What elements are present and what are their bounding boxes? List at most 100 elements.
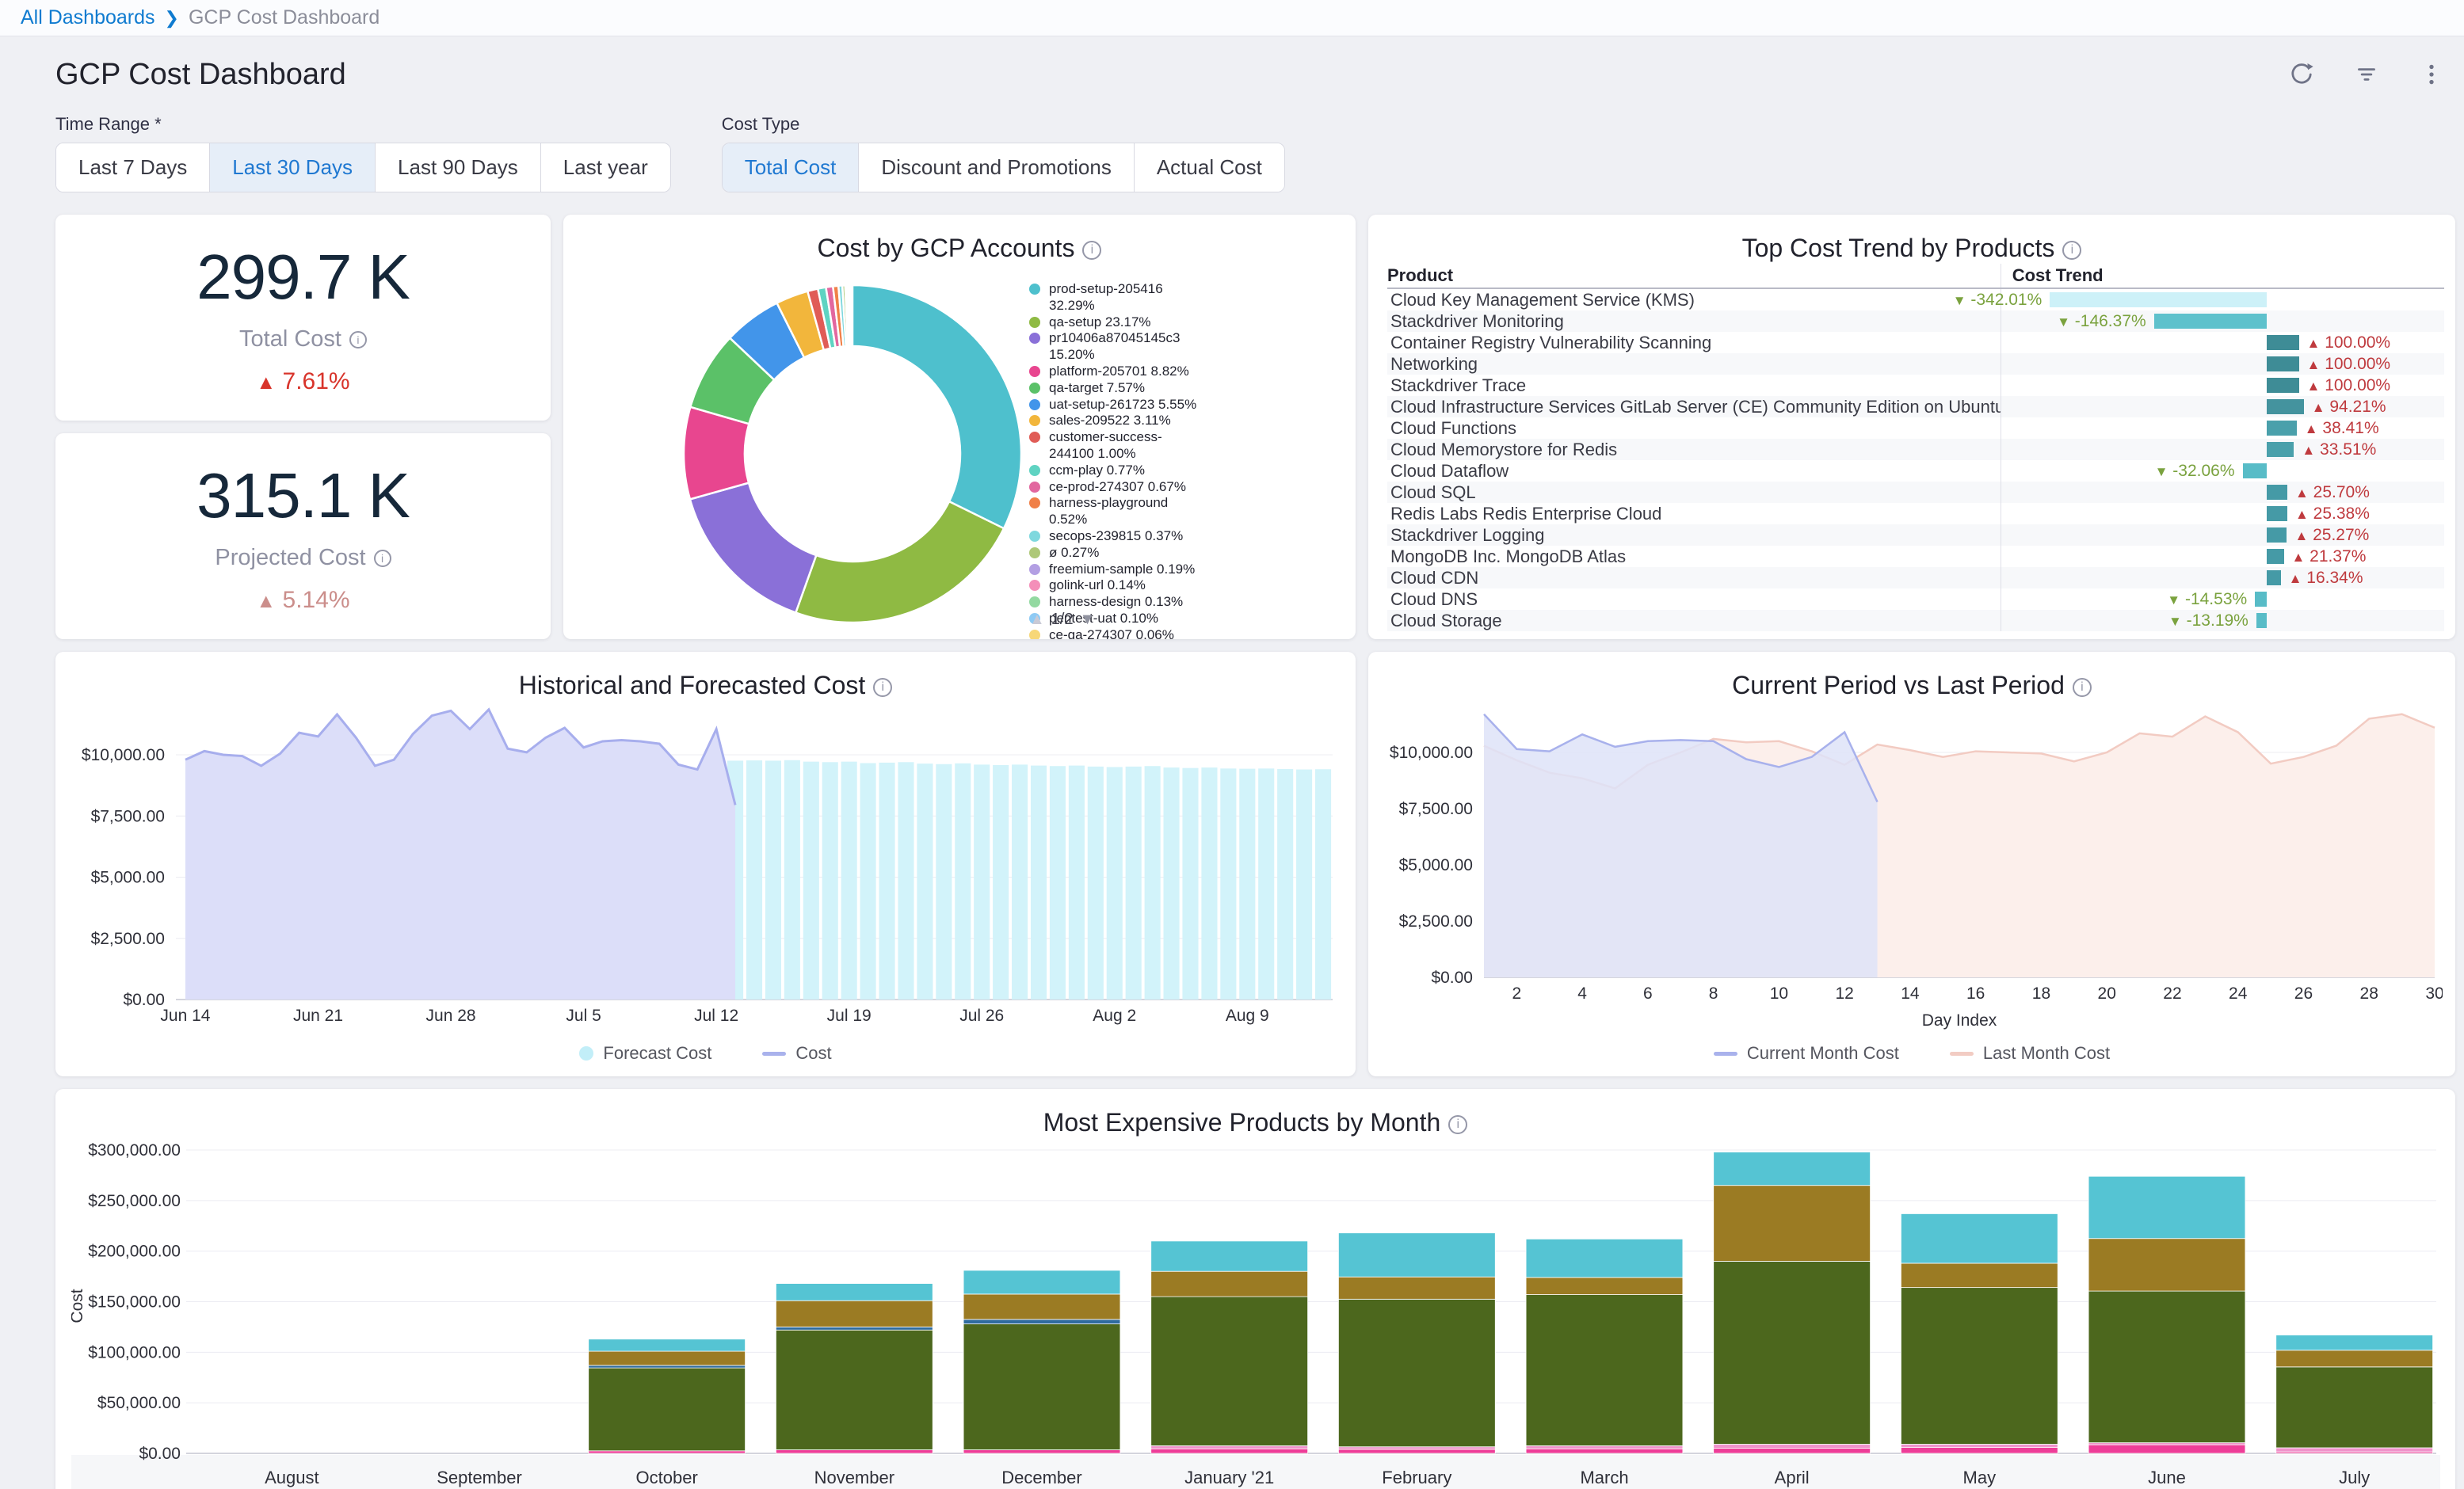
legend-item-[interactable]: ø 0.27%: [1029, 545, 1205, 562]
historical-forecast-chart[interactable]: $0.00$2,500.00$5,000.00$7,500.00$10,000.…: [71, 703, 1339, 1027]
legend-label: harness-design 0.13%: [1049, 594, 1183, 611]
cost-trend-cell: ▲ 25.38%: [2001, 503, 2444, 524]
table-row-cloud-dns[interactable]: Cloud DNS▼ -14.53%: [1387, 588, 2444, 610]
gcp-accounts-donut-chart[interactable]: [670, 272, 1035, 636]
time-range-last-30-days[interactable]: Last 30 Days: [209, 143, 375, 192]
time-range-last-90-days[interactable]: Last 90 Days: [375, 143, 540, 192]
info-icon[interactable]: i: [1448, 1115, 1467, 1134]
more-options-button[interactable]: [2413, 56, 2450, 93]
cost-type-discount-and-promotions[interactable]: Discount and Promotions: [858, 143, 1133, 192]
svg-text:18: 18: [2032, 984, 2050, 1003]
info-icon[interactable]: i: [349, 331, 367, 348]
cost-trend-cell: ▼ -342.01%: [2001, 289, 2444, 310]
legend-item-pr10406a87045145c3[interactable]: pr10406a87045145c3 15.20%: [1029, 330, 1205, 364]
total-cost-delta: ▲ 7.61%: [256, 368, 349, 395]
donut-slice-qa-setup[interactable]: [795, 501, 1004, 623]
cost-type-filter: Cost Type Total CostDiscount and Promoti…: [722, 114, 1285, 192]
legend-item-qa-setup[interactable]: qa-setup 23.17%: [1029, 314, 1205, 331]
svg-text:Jul 19: Jul 19: [827, 1007, 872, 1025]
trend-bar: [2050, 292, 2267, 307]
cost-type-actual-cost[interactable]: Actual Cost: [1134, 143, 1284, 192]
column-header-cost-trend[interactable]: Cost Trend: [2001, 264, 2444, 288]
svg-text:Jun 21: Jun 21: [293, 1007, 343, 1025]
legend-item-ce-prod-274307[interactable]: ce-prod-274307 0.67%: [1029, 479, 1205, 496]
current-vs-last-chart[interactable]: $0.00$2,500.00$5,000.00$7,500.00$10,000.…: [1381, 703, 2443, 1035]
legend-dot: [1029, 564, 1040, 575]
trend-value: ▲ 16.34%: [2289, 567, 2363, 589]
donut-slice-pr10406a87045145c3[interactable]: [690, 483, 816, 613]
legend-current-month-cost[interactable]: Current Month Cost: [1714, 1043, 1899, 1064]
legend-item-customer-success-244100[interactable]: customer-success-244100 1.00%: [1029, 429, 1205, 463]
legend-item-harness-design[interactable]: harness-design 0.13%: [1029, 594, 1205, 611]
legend-page-up-icon[interactable]: ▲: [1029, 611, 1045, 629]
svg-text:4: 4: [1577, 984, 1587, 1003]
trend-bar: [2267, 506, 2287, 521]
svg-text:April: April: [1775, 1468, 1810, 1487]
time-range-last-7-days[interactable]: Last 7 Days: [56, 143, 209, 192]
legend-item-ccm-play[interactable]: ccm-play 0.77%: [1029, 463, 1205, 479]
cost-type-total-cost[interactable]: Total Cost: [723, 143, 859, 192]
legend-item-qa-target[interactable]: qa-target 7.57%: [1029, 380, 1205, 397]
table-row-cloud-key-management-service-kms[interactable]: Cloud Key Management Service (KMS)▼ -342…: [1387, 289, 2444, 310]
table-row-cloud-memorystore-for-redis[interactable]: Cloud Memorystore for Redis▲ 33.51%: [1387, 439, 2444, 460]
legend-last-month-cost[interactable]: Last Month Cost: [1950, 1043, 2110, 1064]
legend-item-prod-setup-205416[interactable]: prod-setup-205416 32.29%: [1029, 281, 1205, 314]
donut-slice-prod-setup-205416[interactable]: [852, 285, 1021, 528]
table-row-stackdriver-logging[interactable]: Stackdriver Logging▲ 25.27%: [1387, 524, 2444, 546]
legend-cost[interactable]: Cost: [762, 1043, 831, 1064]
legend-forecast-cost[interactable]: Forecast Cost: [579, 1043, 711, 1064]
time-range-last-year[interactable]: Last year: [540, 143, 670, 192]
legend-dot: [1029, 284, 1040, 295]
legend-item-sales-209522[interactable]: sales-209522 3.11%: [1029, 413, 1205, 429]
legend-item-platform-205701[interactable]: platform-205701 8.82%: [1029, 364, 1205, 380]
cost-trend-cell: ▼ -14.53%: [2001, 588, 2444, 610]
refresh-button[interactable]: [2283, 56, 2320, 93]
info-icon[interactable]: i: [1082, 241, 1101, 260]
info-icon[interactable]: i: [374, 550, 391, 567]
legend-label: ø 0.27%: [1049, 545, 1099, 562]
legend-item-uat-setup-261723[interactable]: uat-setup-261723 5.55%: [1029, 397, 1205, 413]
column-header-product[interactable]: Product: [1387, 265, 2001, 286]
kebab-menu-icon: [2418, 61, 2445, 88]
cost-trend-cell: ▼ -13.19%: [2001, 610, 2444, 631]
info-icon[interactable]: i: [873, 678, 892, 697]
legend-item-golink-url[interactable]: golink-url 0.14%: [1029, 577, 1205, 594]
table-row-cloud-infrastructure-services-gitlab-ser[interactable]: Cloud Infrastructure Services GitLab Ser…: [1387, 396, 2444, 417]
table-row-redis-labs-redis-enterprise-cloud[interactable]: Redis Labs Redis Enterprise Cloud▲ 25.38…: [1387, 503, 2444, 524]
svg-text:12: 12: [1835, 984, 1853, 1003]
table-row-networking[interactable]: Networking▲ 100.00%: [1387, 353, 2444, 375]
monthly-products-chart[interactable]: $0.00$50,000.00$100,000.00$150,000.00$20…: [71, 1140, 2440, 1489]
table-row-mongodb-inc-mongodb-atlas[interactable]: MongoDB Inc. MongoDB Atlas▲ 21.37%: [1387, 546, 2444, 567]
info-icon[interactable]: i: [2073, 678, 2092, 697]
filter-button[interactable]: [2348, 56, 2385, 93]
svg-text:October: October: [636, 1468, 698, 1487]
table-row-cloud-storage[interactable]: Cloud Storage▼ -13.19%: [1387, 610, 2444, 631]
donut-slice-ce-qa-274307[interactable]: [851, 285, 852, 346]
table-row-stackdriver-trace[interactable]: Stackdriver Trace▲ 100.00%: [1387, 375, 2444, 396]
cost-trend-cell: ▲ 25.27%: [2001, 524, 2444, 546]
svg-text:$10,000.00: $10,000.00: [1390, 744, 1473, 762]
legend-item-harness-playground[interactable]: harness-playground 0.52%: [1029, 495, 1205, 528]
projected-cost-value: 315.1 K: [196, 459, 410, 532]
legend-page-down-icon[interactable]: ▼: [1080, 611, 1096, 629]
table-row-cloud-functions[interactable]: Cloud Functions▲ 38.41%: [1387, 417, 2444, 439]
breadcrumb-current: GCP Cost Dashboard: [189, 6, 380, 29]
time-range-label: Time Range *: [55, 114, 671, 135]
legend-item-secops-239815[interactable]: secops-239815 0.37%: [1029, 528, 1205, 545]
table-row-container-registry-vulnerability-scannin[interactable]: Container Registry Vulnerability Scannin…: [1387, 332, 2444, 353]
table-row-cloud-cdn[interactable]: Cloud CDN▲ 16.34%: [1387, 567, 2444, 588]
breadcrumb-all-dashboards[interactable]: All Dashboards: [21, 6, 155, 29]
trend-value: ▲ 100.00%: [2307, 353, 2391, 375]
svg-text:June: June: [2148, 1468, 2186, 1487]
donut-legend: prod-setup-205416 32.29%qa-setup 23.17%p…: [1029, 281, 1205, 639]
legend-item-freemium-sample[interactable]: freemium-sample 0.19%: [1029, 562, 1205, 578]
table-row-stackdriver-monitoring[interactable]: Stackdriver Monitoring▼ -146.37%: [1387, 310, 2444, 332]
table-row-cloud-sql[interactable]: Cloud SQL▲ 25.70%: [1387, 482, 2444, 503]
legend-dot: [1029, 596, 1040, 607]
svg-text:30: 30: [2425, 984, 2443, 1003]
table-row-cloud-dataflow[interactable]: Cloud Dataflow▼ -32.06%: [1387, 460, 2444, 482]
legend-item-ce-qa-274307[interactable]: ce-qa-274307 0.06%: [1029, 627, 1205, 639]
legend-label: ce-prod-274307 0.67%: [1049, 479, 1186, 496]
info-icon[interactable]: i: [2062, 241, 2081, 260]
svg-text:20: 20: [2098, 984, 2116, 1003]
